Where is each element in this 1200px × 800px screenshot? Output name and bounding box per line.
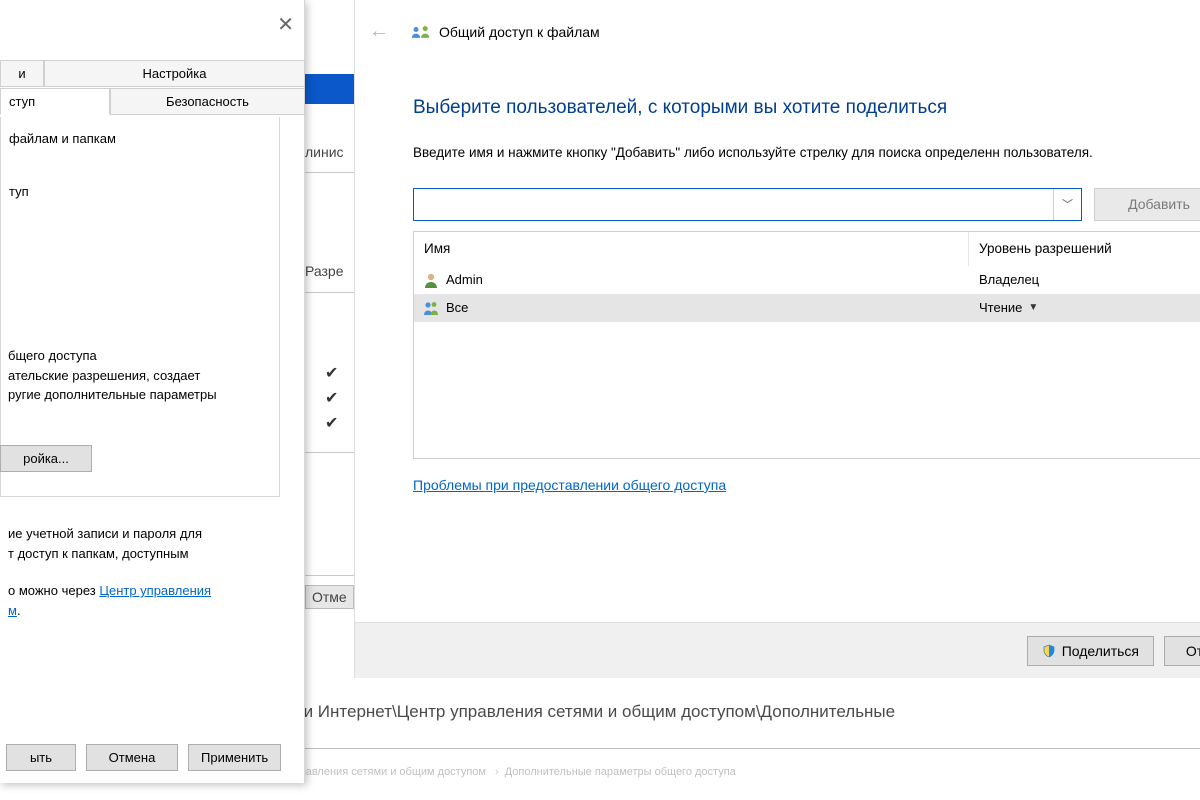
file-sharing-dialog: ← Общий доступ к файлам Выберите пользов…: [354, 0, 1200, 678]
people-icon: [422, 299, 440, 317]
breadcrumb-item[interactable]: Дополнительные параметры общего доступа: [505, 766, 736, 778]
close-icon[interactable]: ✕: [277, 12, 294, 37]
bg-text-fragment: Разре: [305, 263, 344, 279]
column-permission[interactable]: Уровень разрешений: [969, 241, 1200, 256]
user-input-row: ﹀ Добавить: [413, 188, 1200, 221]
person-icon: [422, 271, 440, 289]
user-name: Все: [446, 300, 468, 315]
apply-button[interactable]: Применить: [188, 744, 281, 771]
dialog-title: Общий доступ к файлам: [439, 24, 600, 40]
tab-sharing[interactable]: ступ: [0, 88, 110, 115]
tab-row: и Настройка: [0, 60, 305, 87]
permission-level: Чтение: [979, 300, 1022, 315]
permission-level: Владелец: [979, 272, 1039, 287]
close-button[interactable]: ыть: [6, 744, 76, 771]
permission-dropdown[interactable]: Чтение ▼: [969, 300, 1200, 315]
bg-path-fragment: ь и Интернет\Центр управления сетями и о…: [290, 702, 895, 722]
bg-accent: [305, 74, 355, 104]
network-center-link[interactable]: Центр управления: [99, 583, 211, 598]
properties-body: файлам и папкам туп: [0, 117, 280, 497]
text-fragment: т доступ к папкам, доступным: [0, 544, 285, 564]
share-button[interactable]: Поделиться: [1027, 636, 1154, 666]
text-fragment: о можно через: [8, 583, 99, 598]
dialog-header: ← Общий доступ к файлам: [355, 0, 1200, 61]
tab-security[interactable]: Безопасность: [110, 88, 305, 115]
bg-button-fragment[interactable]: Отме: [305, 585, 354, 609]
network-center-link[interactable]: м: [8, 603, 17, 618]
dialog-footer: Поделиться От: [355, 622, 1200, 678]
add-button[interactable]: Добавить: [1094, 188, 1200, 221]
text-fragment: ругие дополнительные параметры: [0, 385, 285, 405]
shield-icon: [1042, 644, 1056, 658]
divider: [305, 172, 355, 173]
divider: [305, 452, 355, 453]
check-icon: ✔: [325, 388, 338, 408]
dialog-button-row: ыть Отмена Применить: [0, 744, 300, 771]
divider: [305, 575, 355, 576]
column-name[interactable]: Имя: [414, 232, 969, 266]
chevron-down-icon: ▼: [1028, 302, 1038, 313]
user-name-input[interactable]: [414, 189, 1053, 220]
label-fragment: файлам и папкам: [9, 131, 279, 146]
properties-panel: ✕ и Настройка ступ Безопасность файлам и…: [0, 0, 305, 783]
users-table: Имя Уровень разрешений Admin Владелец: [413, 231, 1200, 459]
troubleshoot-link[interactable]: Проблемы при предоставлении общего досту…: [413, 477, 726, 493]
back-arrow-icon[interactable]: ←: [369, 20, 397, 43]
cancel-button[interactable]: Отмена: [86, 744, 178, 771]
advanced-settings-button[interactable]: ройка...: [0, 445, 92, 472]
tab-row: ступ Безопасность: [0, 88, 305, 115]
chevron-down-icon[interactable]: ﹀: [1053, 189, 1081, 220]
tab-settings[interactable]: Настройка: [44, 60, 305, 87]
table-row[interactable]: Все Чтение ▼: [414, 294, 1200, 322]
share-button-label: Поделиться: [1062, 643, 1139, 659]
label-fragment: туп: [9, 184, 279, 199]
page-title: Выберите пользователей, с которыми вы хо…: [413, 97, 1200, 119]
text-fragment: о можно через Центр управления: [0, 581, 285, 601]
user-name: Admin: [446, 272, 483, 287]
user-combobox[interactable]: ﹀: [413, 188, 1082, 221]
text-fragment: ательские разрешения, создает: [0, 366, 285, 386]
sharing-icon: [411, 23, 431, 41]
check-icon: ✔: [325, 363, 338, 383]
table-row[interactable]: Admin Владелец: [414, 266, 1200, 294]
table-header: Имя Уровень разрешений: [414, 232, 1200, 266]
dialog-body: Выберите пользователей, с которыми вы хо…: [355, 97, 1200, 493]
text-fragment: м.: [0, 601, 285, 621]
description-text: Введите имя и нажмите кнопку "Добавить" …: [413, 143, 1200, 164]
section-advanced-sharing: бщего доступа ательские разрешения, созд…: [0, 346, 285, 405]
check-icon: ✔: [325, 413, 338, 433]
text-fragment: бщего доступа: [0, 346, 285, 366]
text-fragment: ие учетной записи и пароля для: [0, 524, 285, 544]
section-password-protect: ие учетной записи и пароля для т доступ …: [0, 524, 285, 620]
tab-fragment[interactable]: и: [0, 60, 44, 87]
divider: [305, 292, 355, 293]
cancel-button[interactable]: От: [1164, 636, 1200, 666]
bg-text-fragment: линис: [305, 144, 344, 160]
